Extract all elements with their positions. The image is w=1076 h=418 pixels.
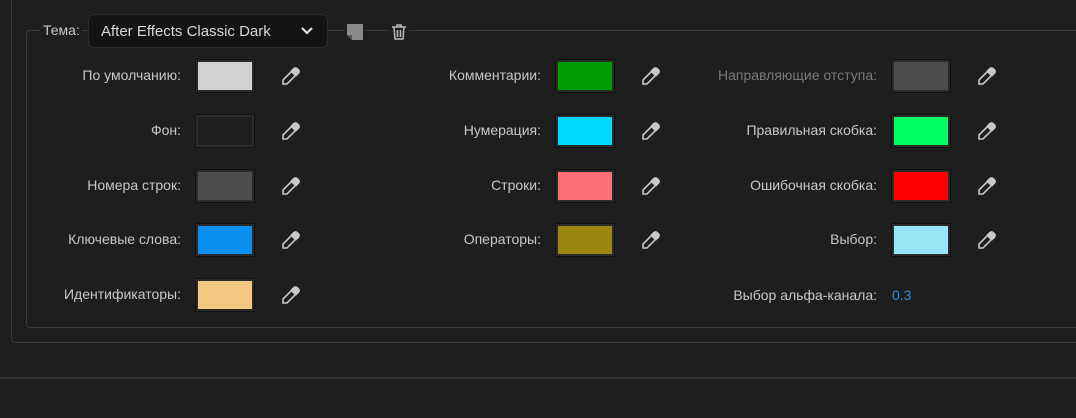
color-label: Ключевые слова: [68,231,181,248]
color-label: Идентификаторы: [63,286,181,303]
color-swatch[interactable] [195,223,255,258]
save-theme-button[interactable] [345,22,365,42]
chevron-down-icon [301,27,313,35]
color-swatch[interactable] [555,223,615,258]
alpha-label: Выбор альфа-канала: [733,287,877,303]
color-label: Выбор: [830,231,877,248]
color-swatch[interactable] [195,168,255,203]
color-swatch[interactable] [195,59,255,93]
color-swatch[interactable] [555,168,615,203]
eyedropper-icon[interactable] [639,228,663,252]
theme-dropdown-value: After Effects Classic Dark [101,23,271,40]
divider [0,377,1076,379]
color-label: Номера строк: [87,176,181,193]
eyedropper-icon[interactable] [279,283,303,307]
trash-icon [392,24,406,40]
color-swatch[interactable] [195,278,255,313]
color-swatch[interactable] [891,223,951,258]
color-label: Фон: [150,121,181,138]
save-icon [347,24,363,40]
eyedropper-icon[interactable] [279,228,303,252]
eyedropper-icon[interactable] [975,228,999,252]
eyedropper-icon[interactable] [975,119,999,143]
color-swatch[interactable] [555,113,615,148]
color-label: По умолчанию: [82,67,181,83]
color-swatch[interactable] [891,59,951,93]
eyedropper-icon[interactable] [639,64,663,88]
color-label: Правильная скобка: [746,121,877,138]
color-swatch[interactable] [891,113,951,148]
eyedropper-icon[interactable] [279,174,303,198]
color-label: Комментарии: [448,67,541,83]
eyedropper-icon[interactable] [975,174,999,198]
color-label: Строки: [491,176,541,193]
color-swatch[interactable] [891,168,951,203]
delete-theme-button[interactable] [389,22,409,42]
color-label: Нумерация: [463,121,541,138]
color-label: Операторы: [463,231,541,248]
eyedropper-icon[interactable] [639,174,663,198]
eyedropper-icon[interactable] [279,64,303,88]
eyedropper-icon[interactable] [279,119,303,143]
color-swatch[interactable] [195,113,255,148]
theme-label: Тема: [40,22,82,38]
theme-dropdown[interactable]: After Effects Classic Dark [88,14,328,48]
eyedropper-icon[interactable] [975,64,999,88]
alpha-value[interactable]: 0.3 [892,287,911,303]
color-swatch[interactable] [555,59,615,93]
eyedropper-icon[interactable] [639,119,663,143]
color-label: Ошибочная скобка: [750,176,877,193]
color-label: Направляющие отступа: [718,67,877,83]
